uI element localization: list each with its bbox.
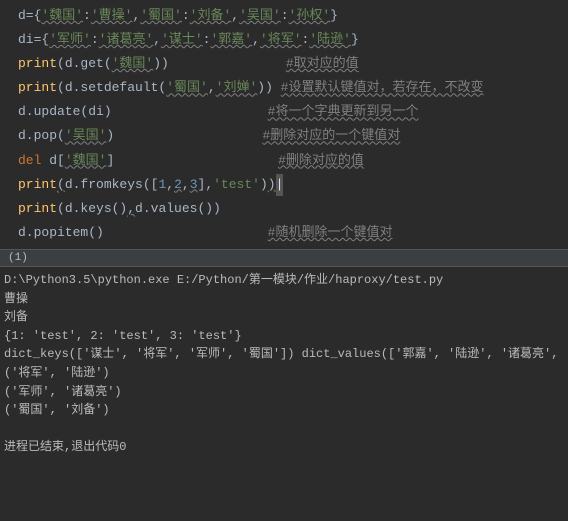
code-line: d.update(di) #将一个字典更新到另一个 <box>2 100 566 124</box>
code-line: d={'魏国':'曹操','蜀国':'刘备','吴国':'孙权'} <box>2 4 566 28</box>
text-cursor: | <box>276 174 284 196</box>
code-line: d.popitem() #随机删除一个键值对 <box>2 221 566 245</box>
code-line: d.pop('吴国') #删除对应的一个键值对 <box>2 124 566 148</box>
console-output[interactable]: D:\Python3.5\python.exe E:/Python/第一模块/作… <box>0 267 568 461</box>
console-line: 曹操 <box>4 290 564 309</box>
console-line <box>4 420 564 439</box>
console-line: ('军师', '诸葛亮') <box>4 383 564 402</box>
console-line: 进程已结束,退出代码0 <box>4 438 564 457</box>
console-line: ('将军', '陆逊') <box>4 364 564 383</box>
console-line: D:\Python3.5\python.exe E:/Python/第一模块/作… <box>4 271 564 290</box>
console-line: ('蜀国', '刘备') <box>4 401 564 420</box>
output-tab[interactable]: (1) <box>0 250 568 267</box>
code-line: print(d.fromkeys([1,2,3],'test'))| <box>2 173 566 197</box>
code-line: di={'军师':'诸葛亮','谋士':'郭嘉','将军':'陆逊'} <box>2 28 566 52</box>
console-line: dict_keys(['谋士', '将军', '军师', '蜀国']) dict… <box>4 345 564 364</box>
code-line: del d['魏国'] #删除对应的值 <box>2 149 566 173</box>
code-line: print(d.setdefault('蜀国','刘婵')) #设置默认键值对，… <box>2 76 566 100</box>
tab-label: (1) <box>8 252 28 264</box>
console-line: 刘备 <box>4 308 564 327</box>
code-line: print(d.get('魏国')) #取对应的值 <box>2 52 566 76</box>
code-editor[interactable]: d={'魏国':'曹操','蜀国':'刘备','吴国':'孙权'} di={'军… <box>0 0 568 250</box>
code-line: print(d.keys(),d.values()) <box>2 197 566 221</box>
console-line: {1: 'test', 2: 'test', 3: 'test'} <box>4 327 564 346</box>
